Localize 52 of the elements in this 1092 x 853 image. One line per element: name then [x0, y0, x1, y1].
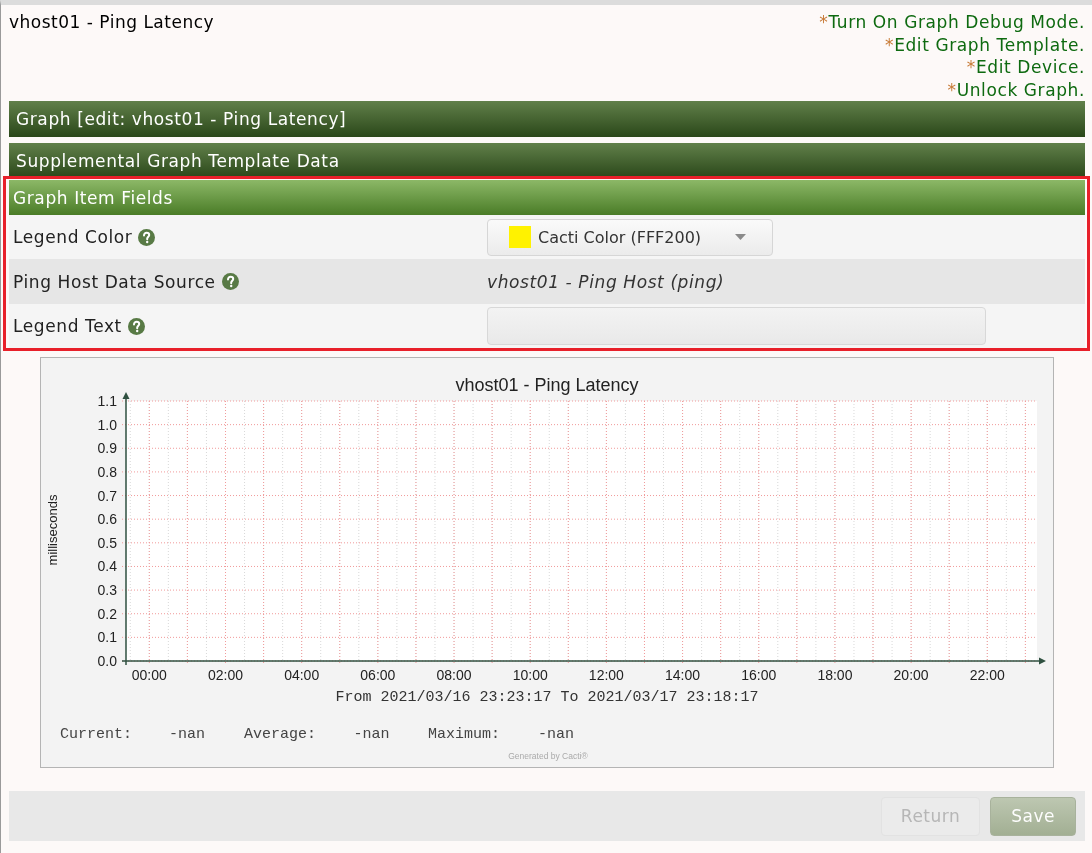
page-title: vhost01 - Ping Latency: [9, 11, 215, 34]
help-icon[interactable]: [138, 228, 156, 246]
action-link[interactable]: *Edit Device.: [966, 56, 1085, 79]
caret-icon: [735, 234, 746, 240]
axis-tick-label: 0.7: [97, 487, 117, 504]
field-value: vhost01 - Ping Host (ping): [487, 271, 725, 292]
axis-tick-label: 0.2: [97, 605, 117, 622]
axis-tick-label: 16:00: [741, 667, 777, 683]
axis-tick-label: 0.0: [97, 653, 117, 669]
axis-tick-label: 1.1: [97, 393, 117, 409]
action-link[interactable]: *Unlock Graph.: [947, 78, 1085, 101]
legend-value: -nan: [538, 726, 574, 743]
axis-tick-label: 1.0: [97, 416, 117, 433]
legend-label: Current:: [60, 726, 132, 743]
help-icon[interactable]: [127, 317, 145, 335]
axis-tick-label: 18:00: [817, 667, 853, 683]
time-range-label: From 2021/03/16 23:23:17 To 2021/03/17 23:18:17: [335, 689, 759, 706]
action-link[interactable]: *Edit Graph Template.: [885, 33, 1085, 56]
axis-tick-label: 0.3: [97, 582, 117, 599]
axis-tick-label: 12:00: [588, 667, 624, 683]
legend-value: -nan: [353, 726, 390, 743]
axis-tick-label: 0.9: [97, 440, 117, 457]
legend-label: Average:: [244, 726, 316, 743]
axis-tick-label: 08:00: [436, 667, 472, 683]
axis-tick-label: 22:00: [969, 667, 1005, 683]
axis-tick-label: 0.6: [97, 511, 117, 528]
axis-tick-label: 04:00: [284, 667, 320, 683]
section-header[interactable]: Supplemental Graph Template Data: [9, 143, 1085, 178]
field-label: Legend Text: [13, 316, 122, 336]
action-link[interactable]: *Turn On Graph Debug Mode.: [819, 11, 1085, 34]
input-field[interactable]: [487, 307, 986, 345]
axis-label: milliseconds: [45, 494, 60, 566]
axis-tick-label: 10:00: [512, 667, 548, 683]
axis-tick-label: 20:00: [893, 667, 929, 683]
field-label: Legend Color: [13, 227, 133, 247]
legend-value: -nan: [169, 726, 205, 743]
help-icon[interactable]: [221, 273, 239, 290]
axis-tick-label: 14:00: [665, 667, 701, 683]
axis-tick-label: 00:00: [131, 667, 167, 683]
chart-credit: Generated by Cacti®: [508, 751, 588, 761]
color-dropdown[interactable]: Cacti Color (FFF200): [487, 218, 773, 256]
section-header[interactable]: Graph [edit: vhost01 - Ping Latency]: [9, 101, 1085, 137]
axis-tick-label: 0.1: [97, 629, 117, 646]
axis-tick-label: 06:00: [360, 667, 396, 683]
legend-label: Maximum:: [428, 726, 500, 743]
field-label: Ping Host Data Source: [13, 271, 216, 292]
axis-tick-label: 0.4: [97, 558, 117, 575]
section-header[interactable]: Graph Item Fields: [9, 180, 1085, 215]
axis-tick-label: 0.5: [97, 534, 117, 551]
axis-tick-label: 0.8: [97, 463, 117, 480]
chart-title: vhost01 - Ping Latency: [455, 375, 639, 395]
axis-tick-label: 02:00: [207, 667, 243, 683]
